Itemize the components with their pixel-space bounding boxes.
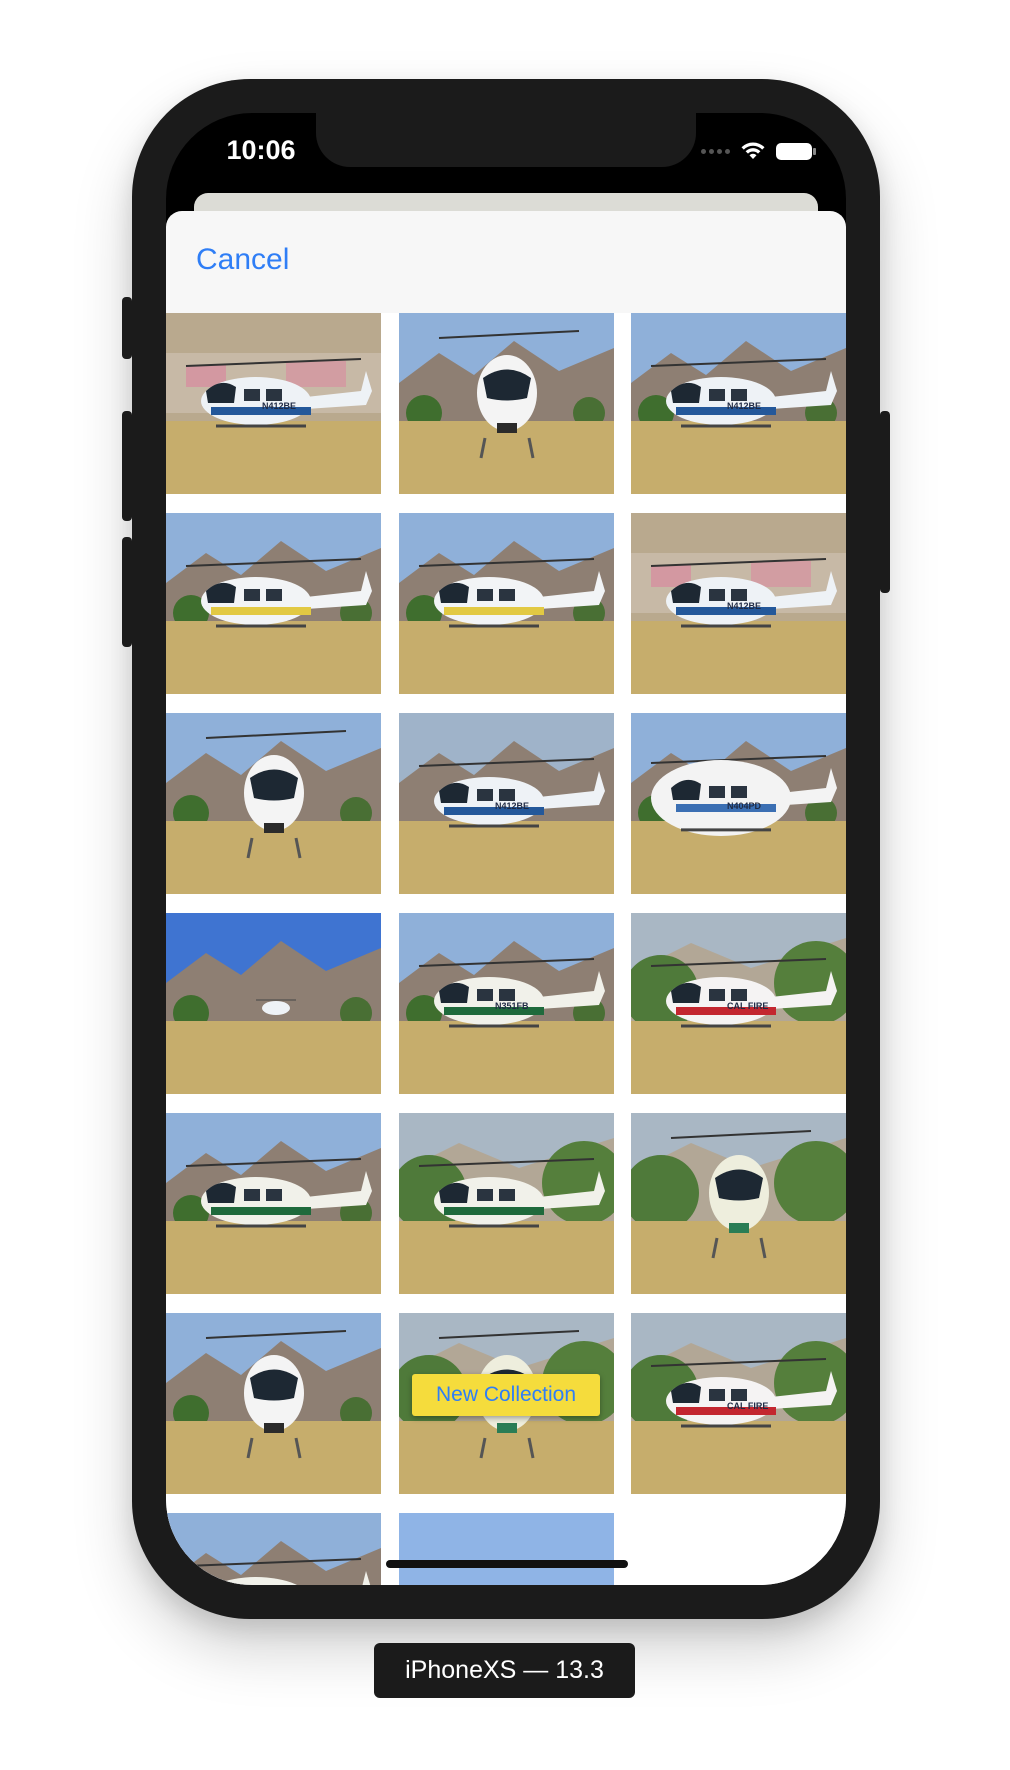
helicopter-photo-image — [398, 513, 614, 694]
volume-up-button — [122, 411, 132, 521]
photo-thumbnail[interactable]: CAL FIRE — [631, 1313, 846, 1494]
photo-thumbnail[interactable]: CAL FIRE — [631, 913, 846, 1094]
photo-tail-label: CAL FIRE — [727, 1401, 768, 1411]
photo-tail-label: N412BE — [727, 601, 761, 611]
helicopter-photo-image: N412BE — [631, 513, 846, 694]
photo-thumbnail[interactable] — [166, 913, 381, 1094]
helicopter-photo-image: N412BE — [631, 313, 846, 494]
notch — [316, 113, 696, 167]
helicopter-photo-image — [398, 313, 614, 494]
photo-thumbnail[interactable] — [166, 1313, 381, 1494]
photo-tail-label: N404PD — [727, 801, 762, 811]
photo-thumbnail[interactable] — [398, 1513, 614, 1585]
photo-thumbnail[interactable] — [631, 1113, 846, 1294]
helicopter-photo-image — [631, 1113, 846, 1294]
volume-down-button — [122, 537, 132, 647]
device-frame: 10:06 Cancel N412BE N412BE N412BE N412BE N40… — [122, 79, 890, 1619]
status-time: 10:06 — [226, 135, 296, 165]
photo-tail-label: N412BE — [262, 401, 296, 411]
helicopter-photo-image — [166, 1113, 381, 1294]
status-icons — [701, 141, 816, 161]
photo-thumbnail[interactable]: N351FB — [398, 913, 614, 1094]
helicopter-photo-image — [166, 713, 381, 894]
helicopter-photo-image: CAL FIRE — [631, 1313, 846, 1494]
photo-thumbnail[interactable] — [398, 1113, 614, 1294]
photo-tail-label: N351FB — [495, 1001, 529, 1011]
home-indicator[interactable] — [386, 1560, 628, 1568]
helicopter-photo-image: N412BE — [398, 713, 614, 894]
photo-thumbnail[interactable] — [166, 713, 381, 894]
photo-thumbnail[interactable] — [398, 513, 614, 694]
power-button — [880, 411, 890, 593]
wifi-icon — [741, 142, 765, 159]
photo-tail-label: N412BE — [495, 801, 529, 811]
photo-thumbnail[interactable] — [166, 1513, 381, 1585]
signal-dots-icon — [701, 148, 730, 154]
photo-thumbnail[interactable]: N412BE — [631, 313, 846, 494]
helicopter-photo-image: N412BE — [166, 313, 381, 494]
device-label: iPhoneXS — 13.3 — [374, 1643, 635, 1698]
helicopter-photo-image: N351FB — [398, 913, 614, 1094]
battery-icon — [776, 142, 816, 160]
helicopter-photo-image — [166, 513, 381, 694]
photo-thumbnail[interactable] — [398, 313, 614, 494]
photo-thumbnail[interactable]: N412BE — [631, 513, 846, 694]
helicopter-photo-image — [166, 913, 381, 1094]
photo-thumbnail[interactable]: N412BE — [166, 313, 381, 494]
new-collection-button[interactable]: New Collection — [412, 1374, 600, 1416]
photo-thumbnail[interactable] — [166, 513, 381, 694]
photo-thumbnail[interactable] — [166, 1113, 381, 1294]
helicopter-photo-image: N404PD — [631, 713, 846, 894]
helicopter-photo-image — [398, 1513, 614, 1585]
photo-thumbnail[interactable]: N404PD — [631, 713, 846, 894]
mute-switch — [122, 297, 132, 359]
screen: 10:06 Cancel N412BE N412BE N412BE N412BE N40… — [166, 113, 846, 1585]
helicopter-photo-image — [166, 1513, 381, 1585]
photo-tail-label: N412BE — [727, 401, 761, 411]
photo-thumbnail[interactable]: N412BE — [398, 713, 614, 894]
sheet-header: Cancel — [166, 211, 846, 313]
photo-tail-label: CAL FIRE — [727, 1001, 768, 1011]
helicopter-photo-image: CAL FIRE — [631, 913, 846, 1094]
helicopter-photo-image — [398, 1113, 614, 1294]
cancel-button[interactable]: Cancel — [196, 243, 289, 277]
helicopter-photo-image — [166, 1313, 381, 1494]
